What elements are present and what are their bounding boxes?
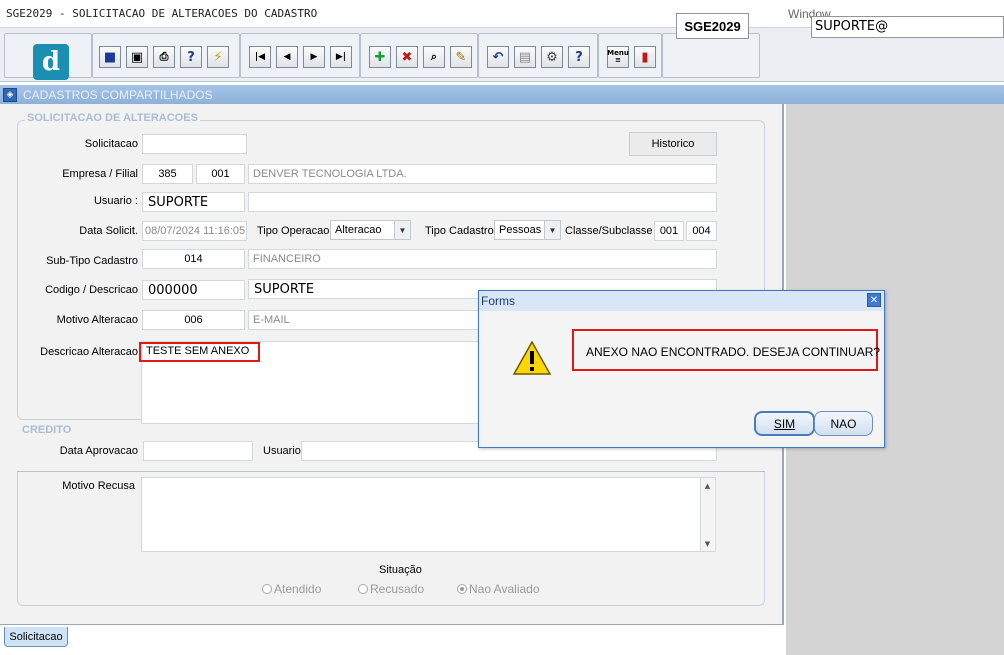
solicitacao-field[interactable] — [142, 134, 247, 154]
classe-field[interactable]: 001 — [654, 221, 684, 241]
connected-user-field: SUPORTE@ — [811, 16, 1004, 38]
solicitacao-label: Solicitacao — [84, 138, 138, 150]
nao-button-label: NAO — [830, 416, 857, 431]
toolbar-group-form — [662, 33, 760, 78]
subtipo-code-field[interactable]: 014 — [142, 249, 245, 269]
radio-icon — [262, 584, 272, 594]
undo-icon[interactable]: ↶ — [487, 46, 509, 68]
descricao-alteracao-label: Descricao Alteracao — [40, 346, 138, 358]
motivo-alteracao-label: Motivo Alteracao — [56, 314, 138, 326]
usuario-label: Usuario : — [93, 195, 138, 207]
radio-recusado-label: Recusado — [370, 582, 425, 596]
print-icon[interactable]: ⎙ — [153, 46, 175, 68]
tipo-cadastro-select[interactable]: Pessoas ▼ — [494, 220, 561, 240]
usuario-name-field — [248, 192, 717, 212]
search-record-icon[interactable]: ⌕ — [423, 46, 445, 68]
usuario-field[interactable]: SUPORTE — [142, 192, 245, 212]
data-solicit-label: Data Solicit. — [79, 225, 138, 237]
tipo-operacao-value: Alteracao — [335, 224, 382, 236]
add-record-icon[interactable]: ✚ — [369, 46, 391, 68]
window-title: SGE2029 - SOLICITACAO DE ALTERACOES DO C… — [6, 7, 318, 20]
motivo-recusa-label: Motivo Recusa — [62, 480, 135, 492]
toolbar-group-menu: Menu ≡ ▮ — [598, 33, 662, 78]
next-record-icon[interactable]: ▶ — [303, 46, 325, 68]
clipboard-icon[interactable]: ▤ — [514, 46, 536, 68]
form-code: SGE2029 — [676, 13, 749, 39]
toolbar-group-navigation: |◀ ◀ ▶ ▶| — [240, 33, 360, 78]
radio-nao-avaliado-label: Nao Avaliado — [469, 582, 540, 596]
subtipo-label: Sub-Tipo Cadastro — [46, 255, 138, 267]
toolbar-group-edit: ↶ ▤ ⚙ ? — [478, 33, 598, 78]
subclasse-field[interactable]: 004 — [686, 221, 717, 241]
highlight-box-descricao — [139, 342, 260, 362]
warning-icon — [512, 340, 552, 379]
subtipo-desc-field: FINANCEIRO — [248, 249, 717, 269]
save-icon[interactable]: ■ — [99, 46, 121, 68]
logo-group: d — [4, 33, 92, 80]
data-aprovacao-label: Data Aprovacao — [59, 445, 138, 457]
empresa-name-field: DENVER TECNOLOGIA LTDA. — [248, 164, 717, 184]
toolbar-group-file: ■ ▣ ⎙ ? ⚡ — [92, 33, 240, 78]
exit-icon[interactable]: ▮ — [634, 46, 656, 68]
settings-icon[interactable]: ⚙ — [541, 46, 563, 68]
scroll-up-icon[interactable]: ▲ — [701, 479, 714, 492]
sim-button[interactable]: SIM — [754, 411, 815, 436]
credito-group-title: CREDITO — [20, 424, 74, 436]
section-title: CADASTROS COMPARTILHADOS — [23, 88, 213, 102]
radio-icon — [358, 584, 368, 594]
sim-button-label: SIM — [773, 416, 796, 431]
radio-selected-icon — [457, 584, 467, 594]
solicitacao-group-title: SOLICITACAO DE ALTERACOES — [25, 112, 200, 124]
radio-nao-avaliado[interactable]: Nao Avaliado — [457, 582, 540, 596]
tipo-operacao-label: Tipo Operacao — [257, 225, 330, 237]
nao-button[interactable]: NAO — [814, 411, 873, 436]
radio-atendido[interactable]: Atendido — [262, 582, 321, 596]
dialog-title-bar — [479, 291, 884, 311]
codigo-descricao-label: Codigo / Descricao — [45, 284, 138, 296]
dialog-title: Forms — [481, 294, 515, 308]
execute-query-icon[interactable]: ⚡ — [207, 46, 229, 68]
scroll-down-icon[interactable]: ▼ — [701, 537, 714, 550]
window-icon[interactable]: ▣ — [126, 46, 148, 68]
empresa-code-field[interactable]: 385 — [142, 164, 193, 184]
tipo-cadastro-value: Pessoas — [499, 224, 542, 236]
filial-code-field[interactable]: 001 — [196, 164, 245, 184]
situacao-label: Situação — [379, 564, 422, 576]
previous-record-icon[interactable]: ◀ — [276, 46, 298, 68]
codigo-field[interactable]: 000000 — [142, 280, 245, 300]
historico-button[interactable]: Historico — [629, 132, 717, 156]
chevron-down-icon[interactable]: ▼ — [544, 221, 560, 239]
radio-recusado[interactable]: Recusado — [358, 582, 424, 596]
company-logo: d — [33, 44, 69, 80]
motivo-code-field[interactable]: 006 — [142, 310, 245, 330]
help-icon[interactable]: ? — [568, 46, 590, 68]
classe-subclasse-label: Classe/Subclasse — [565, 225, 653, 237]
last-record-icon[interactable]: ▶| — [330, 46, 352, 68]
delete-record-icon[interactable]: ✖ — [396, 46, 418, 68]
toolbar-group-records: ✚ ✖ ⌕ ✎ — [360, 33, 478, 78]
motivo-recusa-scrollbar[interactable]: ▲ ▼ — [700, 478, 714, 551]
first-record-icon[interactable]: |◀ — [249, 46, 271, 68]
chevron-down-icon[interactable]: ▼ — [394, 221, 410, 239]
tipo-operacao-select[interactable]: Alteracao ▼ — [330, 220, 411, 240]
data-solicit-field: 08/07/2024 11:16:05 — [142, 221, 247, 241]
data-aprovacao-field[interactable] — [143, 441, 253, 461]
query-icon[interactable]: ? — [180, 46, 202, 68]
tipo-cadastro-label: Tipo Cadastro — [425, 225, 494, 237]
dialog-message: ANEXO NAO ENCONTRADO. DESEJA CONTINUAR? — [586, 345, 881, 359]
close-icon[interactable]: ✕ — [867, 293, 881, 307]
tab-solicitacao[interactable]: Solicitacao — [4, 627, 68, 647]
empresa-filial-label: Empresa / Filial — [62, 168, 138, 180]
edit-record-icon[interactable]: ✎ — [450, 46, 472, 68]
credito-usuario-label: Usuario — [263, 445, 301, 457]
motivo-recusa-textarea[interactable] — [141, 477, 716, 552]
menu-icon[interactable]: Menu ≡ — [607, 46, 629, 68]
radio-atendido-label: Atendido — [274, 582, 322, 596]
section-collapse-icon[interactable]: ◈ — [3, 88, 17, 102]
